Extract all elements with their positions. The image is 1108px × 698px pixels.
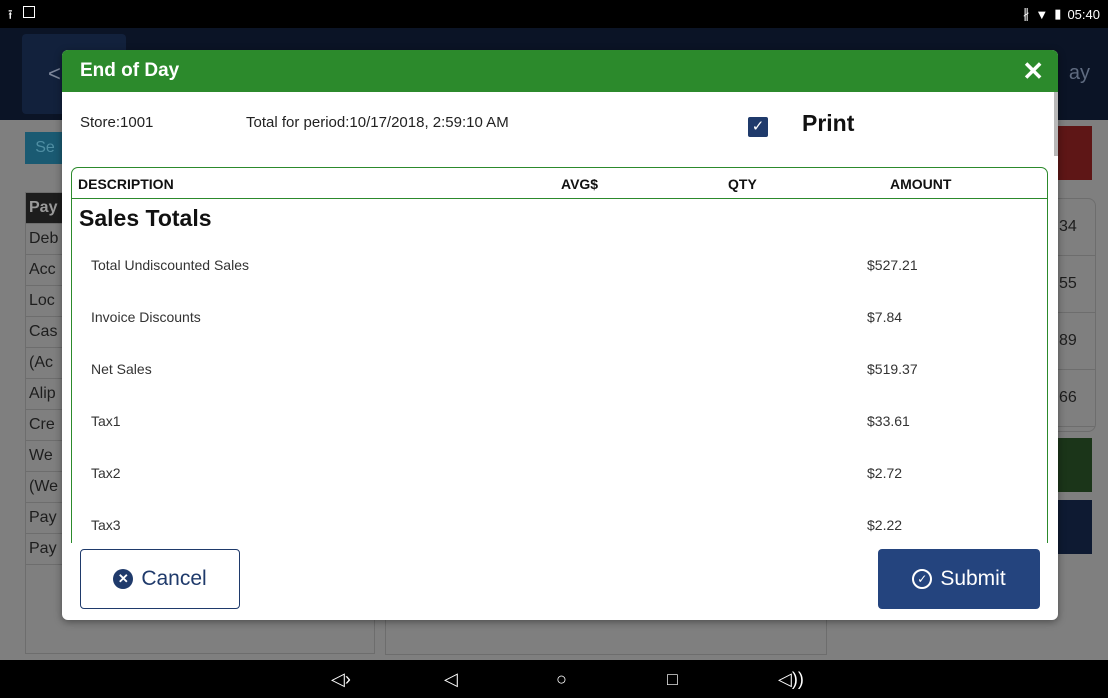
row-amount: $33.61 bbox=[867, 413, 910, 429]
table-row: Tax3 $2.22 bbox=[72, 501, 1047, 543]
upload-icon: ⭱ bbox=[8, 7, 13, 22]
volume-down-icon[interactable]: ◁› bbox=[331, 668, 351, 690]
row-amount: $2.72 bbox=[867, 465, 903, 481]
status-time: 05:40 bbox=[1067, 6, 1100, 22]
background-title: ay bbox=[1068, 62, 1090, 84]
print-label: Print bbox=[802, 110, 855, 136]
battery-icon: ▮ bbox=[1054, 6, 1062, 21]
home-icon[interactable]: ○ bbox=[556, 668, 567, 690]
background-values-panel: 34 55 89 66 bbox=[1055, 198, 1096, 432]
recents-icon[interactable]: □ bbox=[667, 668, 678, 690]
check-circle-icon: ✓ bbox=[912, 569, 933, 589]
row-description: Total Undiscounted Sales bbox=[91, 257, 249, 273]
row-description: Tax3 bbox=[91, 517, 121, 533]
report-column-headers: DESCRIPTION AVG$ QTY AMOUNT bbox=[72, 168, 1047, 199]
chevron-left-icon: < bbox=[48, 61, 61, 86]
table-row: Tax1 $33.61 bbox=[72, 397, 1047, 449]
navigation-bar: ◁› ◁ ○ □ ◁)) bbox=[0, 660, 1108, 698]
background-value: 66 bbox=[1055, 370, 1095, 427]
background-green-button[interactable] bbox=[1058, 438, 1092, 492]
row-amount: $2.22 bbox=[867, 517, 903, 533]
background-value: 34 bbox=[1055, 199, 1095, 256]
dialog-info-row: Store:1001 Total for period:10/17/2018, … bbox=[62, 92, 1058, 162]
column-amount: AMOUNT bbox=[890, 176, 952, 192]
row-amount: $7.84 bbox=[867, 309, 903, 325]
column-description: DESCRIPTION bbox=[78, 176, 174, 192]
row-description: Tax1 bbox=[91, 413, 121, 429]
back-icon[interactable]: ◁ bbox=[444, 668, 458, 690]
status-bar: ⭱ ∦ ▼ ▮ 05:40 bbox=[0, 0, 1108, 28]
image-icon bbox=[22, 6, 35, 18]
end-of-day-dialog: End of Day ✕ Store:1001 Total for period… bbox=[62, 50, 1058, 620]
background-value: 55 bbox=[1055, 256, 1095, 313]
submit-button-label: Submit bbox=[940, 567, 1006, 590]
table-row: Tax2 $2.72 bbox=[72, 449, 1047, 501]
row-amount: $519.37 bbox=[867, 361, 918, 377]
row-description: Invoice Discounts bbox=[91, 309, 201, 325]
background-select-button[interactable]: Se bbox=[25, 132, 65, 164]
column-qty: QTY bbox=[728, 176, 757, 192]
background-value: 89 bbox=[1055, 313, 1095, 370]
background-panel bbox=[385, 618, 827, 655]
period-label: Total for period:10/17/2018, 2:59:10 AM bbox=[246, 114, 509, 131]
background-blue-button[interactable] bbox=[1058, 500, 1092, 554]
dialog-footer: ✕ Cancel ✓ Submit bbox=[62, 543, 1058, 620]
report-table[interactable]: DESCRIPTION AVG$ QTY AMOUNT Sales Totals… bbox=[71, 167, 1048, 543]
checkmark-icon: ✓ bbox=[751, 118, 765, 135]
bluetooth-icon: ∦ bbox=[1022, 6, 1030, 21]
submit-button[interactable]: ✓ Submit bbox=[878, 549, 1040, 609]
close-icon[interactable]: ✕ bbox=[1022, 56, 1044, 86]
dialog-title: End of Day bbox=[80, 60, 180, 81]
table-row: Total Undiscounted Sales $527.21 bbox=[72, 241, 1047, 293]
table-row: Invoice Discounts $7.84 bbox=[72, 293, 1047, 345]
section-title: Sales Totals bbox=[79, 205, 212, 231]
dialog-header: End of Day ✕ bbox=[62, 50, 1058, 92]
background-red-button[interactable] bbox=[1058, 126, 1092, 180]
row-amount: $527.21 bbox=[867, 257, 918, 273]
column-avg: AVG$ bbox=[561, 176, 599, 192]
store-label: Store:1001 bbox=[80, 114, 154, 131]
wifi-icon: ▼ bbox=[1035, 6, 1049, 22]
volume-up-icon[interactable]: ◁)) bbox=[778, 668, 804, 690]
cancel-button-label: Cancel bbox=[141, 567, 207, 590]
row-description: Tax2 bbox=[91, 465, 121, 481]
table-row: Net Sales $519.37 bbox=[72, 345, 1047, 397]
row-description: Net Sales bbox=[91, 361, 152, 377]
cancel-button[interactable]: ✕ Cancel bbox=[80, 549, 240, 609]
print-checkbox[interactable]: ✓ bbox=[748, 117, 768, 137]
cancel-circle-icon: ✕ bbox=[113, 569, 134, 589]
